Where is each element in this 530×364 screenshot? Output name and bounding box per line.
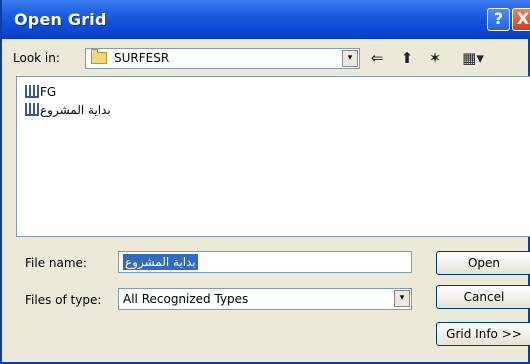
new-folder-icon[interactable]: ✶ bbox=[426, 48, 444, 68]
open-grid-dialog: Open Grid ? X Look in: SURFESR ▾ ⇐ ⬆ ✶ ▦… bbox=[0, 0, 530, 364]
list-item[interactable]: بداية المشروع bbox=[25, 103, 165, 119]
file-name-value: بداية المشروع bbox=[123, 254, 198, 270]
title-bar[interactable]: Open Grid ? X bbox=[2, 0, 530, 39]
file-list[interactable]: FG بداية المشروع bbox=[16, 76, 530, 237]
back-icon[interactable]: ⇐ bbox=[368, 48, 386, 68]
file-name: FG bbox=[40, 85, 57, 99]
grid-info-button[interactable]: Grid Info >> bbox=[436, 322, 530, 346]
file-name-input[interactable]: بداية المشروع bbox=[118, 251, 412, 273]
window-title: Open Grid bbox=[14, 10, 107, 29]
up-folder-icon[interactable]: ⬆ bbox=[398, 48, 416, 68]
files-of-type-label: Files of type: bbox=[25, 293, 102, 307]
open-button[interactable]: Open bbox=[436, 251, 530, 275]
cancel-button[interactable]: Cancel bbox=[436, 285, 530, 309]
file-name-label: File name: bbox=[25, 256, 87, 270]
file-name: بداية المشروع bbox=[40, 103, 111, 117]
files-of-type-value: All Recognized Types bbox=[123, 292, 249, 306]
help-button[interactable]: ? bbox=[487, 8, 510, 31]
look-in-value: SURFESR bbox=[114, 51, 170, 65]
view-menu-icon[interactable]: ▦▾ bbox=[458, 48, 488, 68]
look-in-dropdown[interactable]: SURFESR ▾ bbox=[85, 48, 360, 69]
look-in-label: Look in: bbox=[13, 51, 60, 65]
chevron-down-icon[interactable]: ▾ bbox=[394, 290, 410, 307]
list-item[interactable]: FG bbox=[25, 85, 105, 101]
grid-file-icon bbox=[25, 103, 39, 116]
files-of-type-dropdown[interactable]: All Recognized Types ▾ bbox=[118, 288, 412, 310]
folder-icon bbox=[91, 49, 107, 64]
close-button[interactable]: X bbox=[512, 8, 530, 31]
chevron-down-icon[interactable]: ▾ bbox=[342, 50, 358, 67]
grid-file-icon bbox=[25, 85, 39, 98]
